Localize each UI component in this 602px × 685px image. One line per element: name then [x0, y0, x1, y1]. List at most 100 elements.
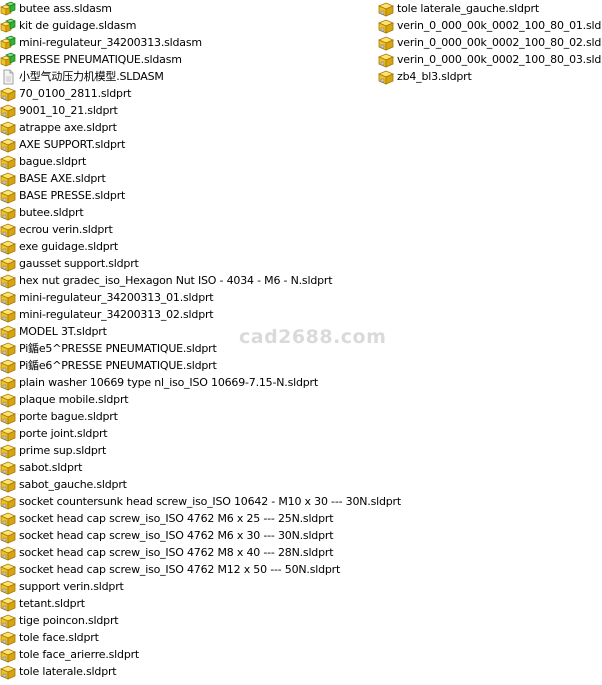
file-list-item[interactable]: prime sup.sldprt [0, 442, 376, 459]
file-list-column-left: butee ass.sldasm kit de guidage.sldasm m… [0, 0, 401, 680]
file-name: plaque mobile.sldprt [19, 393, 129, 406]
file-name: BASE AXE.sldprt [19, 172, 106, 185]
file-list-item[interactable]: verin_0_000_00k_0002_100_80_01.sldprt [377, 17, 602, 34]
file-list-item[interactable]: mini-regulateur_34200313_01.sldprt [0, 289, 376, 306]
file-list-item[interactable]: tole laterale_gauche.sldprt [377, 0, 602, 17]
file-list-item[interactable]: bague.sldprt [0, 153, 376, 170]
file-name: BASE PRESSE.sldprt [19, 189, 126, 202]
file-list-item[interactable]: gausset support.sldprt [0, 255, 376, 272]
part-icon [0, 460, 17, 476]
file-list-item[interactable]: verin_0_000_00k_0002_100_80_02.sldprt [377, 34, 602, 51]
file-list-item[interactable]: socket head cap screw_iso_ISO 4762 M6 x … [0, 527, 376, 544]
file-name: support verin.sldprt [19, 580, 124, 593]
file-list-item[interactable]: MODEL 3T.sldprt [0, 323, 376, 340]
file-name: plain washer 10669 type nl_iso_ISO 10669… [19, 376, 318, 389]
part-icon [0, 290, 17, 306]
assembly-icon [0, 52, 16, 68]
part-icon [0, 222, 17, 238]
file-list-item[interactable]: zb4_bl3.sldprt [377, 68, 602, 85]
file-list-item[interactable]: tetant.sldprt [0, 595, 376, 612]
file-name: tige poincon.sldprt [19, 614, 119, 627]
file-name: socket head cap screw_iso_ISO 4762 M6 x … [19, 529, 334, 542]
file-list-item[interactable]: 小型气动压力机模型.SLDASM [0, 68, 376, 85]
file-name: Pi鍎e6^PRESSE PNEUMATIQUE.sldprt [19, 359, 217, 372]
file-list-item[interactable]: PRESSE PNEUMATIQUE.sldasm [0, 51, 376, 68]
file-name: 70_0100_2811.sldprt [19, 87, 132, 100]
file-name: kit de guidage.sldasm [19, 19, 137, 32]
file-list-item[interactable]: hex nut gradec_iso_Hexagon Nut ISO - 403… [0, 272, 376, 289]
file-list-item[interactable]: mini-regulateur_34200313_02.sldprt [0, 306, 376, 323]
file-list-item[interactable]: BASE AXE.sldprt [0, 170, 376, 187]
file-list-item[interactable]: socket countersunk head screw_iso_ISO 10… [0, 493, 401, 510]
part-icon [0, 647, 17, 663]
part-icon [0, 562, 17, 578]
file-list-item[interactable]: verin_0_000_00k_0002_100_80_03.sldprt [377, 51, 602, 68]
file-list-item[interactable]: plain washer 10669 type nl_iso_ISO 10669… [0, 374, 376, 391]
file-name: mini-regulateur_34200313.sldasm [19, 36, 202, 49]
file-list-item[interactable]: AXE SUPPORT.sldprt [0, 136, 376, 153]
file-list-item[interactable]: BASE PRESSE.sldprt [0, 187, 376, 204]
file-list-item[interactable]: porte bague.sldprt [0, 408, 376, 425]
part-icon [0, 613, 17, 629]
file-list-item[interactable]: sabot_gauche.sldprt [0, 476, 376, 493]
file-list-item[interactable]: support verin.sldprt [0, 578, 376, 595]
file-name: atrappe axe.sldprt [19, 121, 117, 134]
part-icon [0, 511, 17, 527]
file-name: socket head cap screw_iso_ISO 4762 M12 x… [19, 563, 341, 576]
file-list-item[interactable]: plaque mobile.sldprt [0, 391, 376, 408]
file-list-item[interactable]: tole laterale.sldprt [0, 663, 376, 680]
file-name: tole laterale_gauche.sldprt [397, 2, 539, 15]
part-icon [0, 171, 17, 187]
file-list-item[interactable]: sabot.sldprt [0, 459, 376, 476]
file-name: mini-regulateur_34200313_02.sldprt [19, 308, 214, 321]
file-list-item[interactable]: butee ass.sldasm [0, 0, 376, 17]
file-list-item[interactable]: mini-regulateur_34200313.sldasm [0, 34, 376, 51]
file-list-item[interactable]: 9001_10_21.sldprt [0, 102, 376, 119]
file-name: verin_0_000_00k_0002_100_80_02.sldprt [397, 36, 602, 49]
file-name: prime sup.sldprt [19, 444, 107, 457]
part-icon [0, 664, 17, 680]
part-icon [0, 137, 17, 153]
file-list-item[interactable]: Pi鍎e5^PRESSE PNEUMATIQUE.sldprt [0, 340, 376, 357]
file-name: zb4_bl3.sldprt [397, 70, 472, 83]
file-name: socket countersunk head screw_iso_ISO 10… [19, 495, 401, 508]
part-icon [0, 392, 17, 408]
file-list-item[interactable]: tole face.sldprt [0, 629, 376, 646]
file-name: exe guidage.sldprt [19, 240, 118, 253]
file-name: verin_0_000_00k_0002_100_80_03.sldprt [397, 53, 602, 66]
file-name: MODEL 3T.sldprt [19, 325, 107, 338]
assembly-icon [0, 1, 16, 17]
part-icon [0, 426, 17, 442]
file-list-item[interactable]: kit de guidage.sldasm [0, 17, 376, 34]
file-name: ecrou verin.sldprt [19, 223, 113, 236]
file-name: 小型气动压力机模型.SLDASM [19, 70, 164, 83]
file-list-item[interactable]: exe guidage.sldprt [0, 238, 376, 255]
file-list-item[interactable]: socket head cap screw_iso_ISO 4762 M8 x … [0, 544, 376, 561]
file-name: bague.sldprt [19, 155, 87, 168]
file-name: tetant.sldprt [19, 597, 85, 610]
file-name: sabot_gauche.sldprt [19, 478, 127, 491]
file-list-item[interactable]: atrappe axe.sldprt [0, 119, 376, 136]
part-icon [0, 528, 17, 544]
part-icon [0, 86, 17, 102]
file-name: AXE SUPPORT.sldprt [19, 138, 126, 151]
part-icon [0, 239, 17, 255]
part-icon [0, 358, 17, 374]
part-icon [0, 630, 17, 646]
file-list-item[interactable]: Pi鍎e6^PRESSE PNEUMATIQUE.sldprt [0, 357, 376, 374]
file-list-item[interactable]: socket head cap screw_iso_ISO 4762 M12 x… [0, 561, 376, 578]
file-list-item[interactable]: tole face_arierre.sldprt [0, 646, 376, 663]
file-list-item[interactable]: ecrou verin.sldprt [0, 221, 376, 238]
part-icon [377, 35, 395, 51]
part-icon [0, 188, 17, 204]
file-list-item[interactable]: 70_0100_2811.sldprt [0, 85, 376, 102]
file-name: PRESSE PNEUMATIQUE.sldasm [19, 53, 182, 66]
file-name: mini-regulateur_34200313_01.sldprt [19, 291, 214, 304]
file-list-item[interactable]: porte joint.sldprt [0, 425, 376, 442]
part-icon [0, 596, 17, 612]
file-list-item[interactable]: tige poincon.sldprt [0, 612, 376, 629]
part-icon [0, 579, 17, 595]
file-name: socket head cap screw_iso_ISO 4762 M8 x … [19, 546, 334, 559]
file-list-item[interactable]: butee.sldprt [0, 204, 376, 221]
file-list-item[interactable]: socket head cap screw_iso_ISO 4762 M6 x … [0, 510, 376, 527]
